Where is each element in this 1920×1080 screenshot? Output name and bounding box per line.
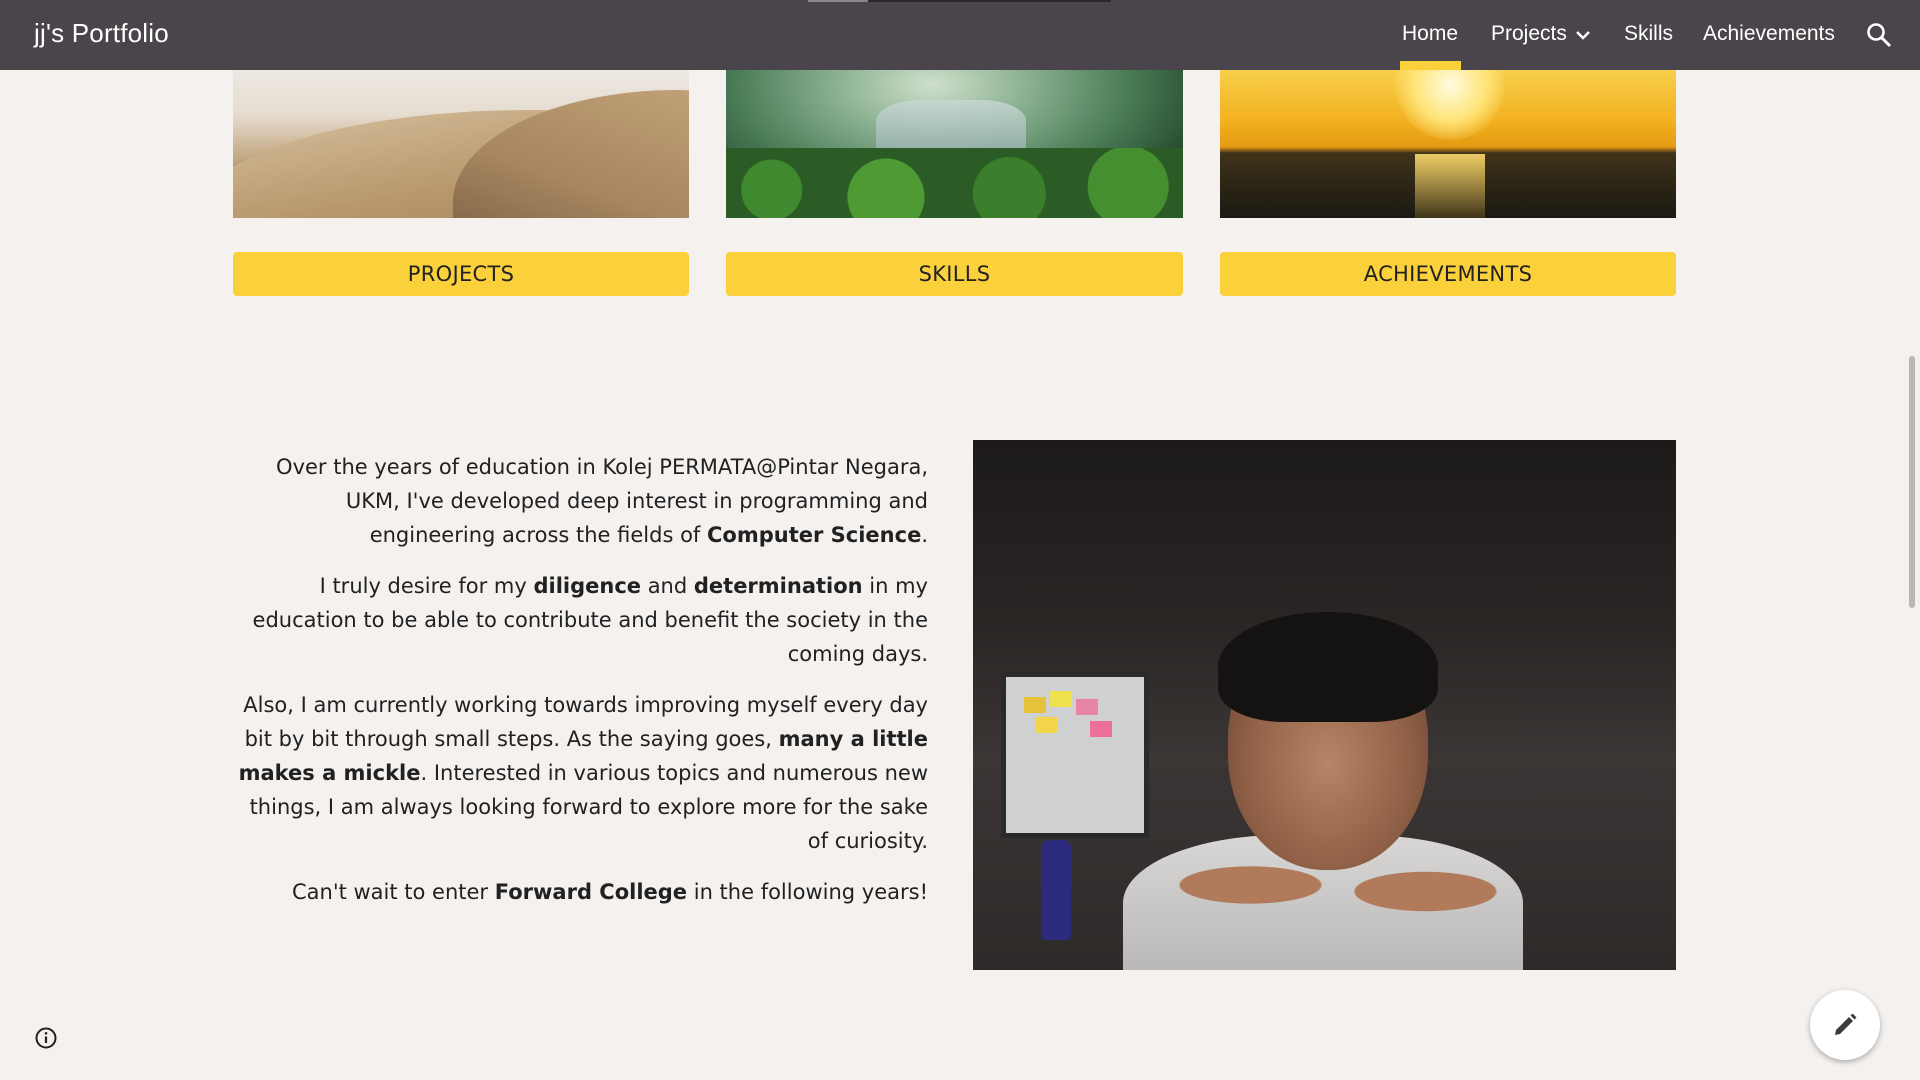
nav-home[interactable]: Home — [1402, 22, 1458, 46]
nav-projects-label: Projects — [1491, 22, 1567, 45]
loading-bar-progress — [808, 0, 868, 2]
sticky-note — [1050, 691, 1072, 707]
hair-shape — [1218, 612, 1438, 722]
sun-shape — [1395, 70, 1505, 140]
nav-achievements[interactable]: Achievements — [1703, 22, 1835, 46]
site-title[interactable]: jj's Portfolio — [34, 18, 169, 49]
edit-button[interactable] — [1810, 990, 1880, 1060]
dune-shape — [453, 90, 689, 218]
site-header: jj's Portfolio Home Projects Skills Achi… — [0, 0, 1920, 70]
desert-image — [233, 70, 689, 218]
about-text-bold: Forward College — [494, 880, 688, 904]
about-text: in the following years! — [687, 880, 928, 904]
hands-shape — [1168, 820, 1498, 950]
about-text: I truly desire for my — [319, 574, 534, 598]
jungle-image — [726, 70, 1183, 218]
pencil-icon — [1835, 1013, 1857, 1035]
achievements-button[interactable]: ACHIEVEMENTS — [1220, 252, 1676, 296]
about-text-bold: diligence — [533, 574, 642, 598]
bottle-shape — [1041, 840, 1071, 940]
info-icon[interactable] — [34, 1026, 58, 1050]
sticky-note — [1024, 697, 1046, 713]
sticky-note — [1036, 717, 1058, 733]
sun-glare-shape — [1415, 154, 1485, 218]
trees-shape — [726, 148, 1183, 218]
projects-button[interactable]: PROJECTS — [233, 252, 689, 296]
active-tab-indicator — [1400, 61, 1461, 70]
about-text: Can't wait to enter — [291, 880, 495, 904]
about-text: . — [921, 523, 928, 547]
about-paragraph: Over the years of education in Kolej PER… — [238, 450, 928, 552]
sticky-note — [1076, 699, 1098, 715]
sunset-image — [1220, 70, 1676, 218]
about-text: and — [641, 574, 694, 598]
about-paragraph: Can't wait to enter Forward College in t… — [238, 875, 928, 909]
scrollbar-thumb[interactable] — [1909, 356, 1915, 608]
nav-projects[interactable]: Projects — [1491, 22, 1591, 46]
about-section: Over the years of education in Kolej PER… — [238, 450, 928, 926]
whiteboard-shape — [1001, 672, 1149, 838]
search-icon[interactable] — [1866, 22, 1892, 48]
skills-button[interactable]: SKILLS — [726, 252, 1183, 296]
about-paragraph: Also, I am currently working towards imp… — [238, 688, 928, 858]
sticky-note — [1090, 721, 1112, 737]
profile-photo — [973, 440, 1676, 970]
about-text-bold: determination — [693, 574, 863, 598]
nav-skills[interactable]: Skills — [1624, 22, 1673, 46]
about-text-bold: Computer Science — [707, 523, 922, 547]
chevron-down-icon[interactable] — [1575, 22, 1591, 46]
about-paragraph: I truly desire for my diligence and dete… — [238, 569, 928, 671]
